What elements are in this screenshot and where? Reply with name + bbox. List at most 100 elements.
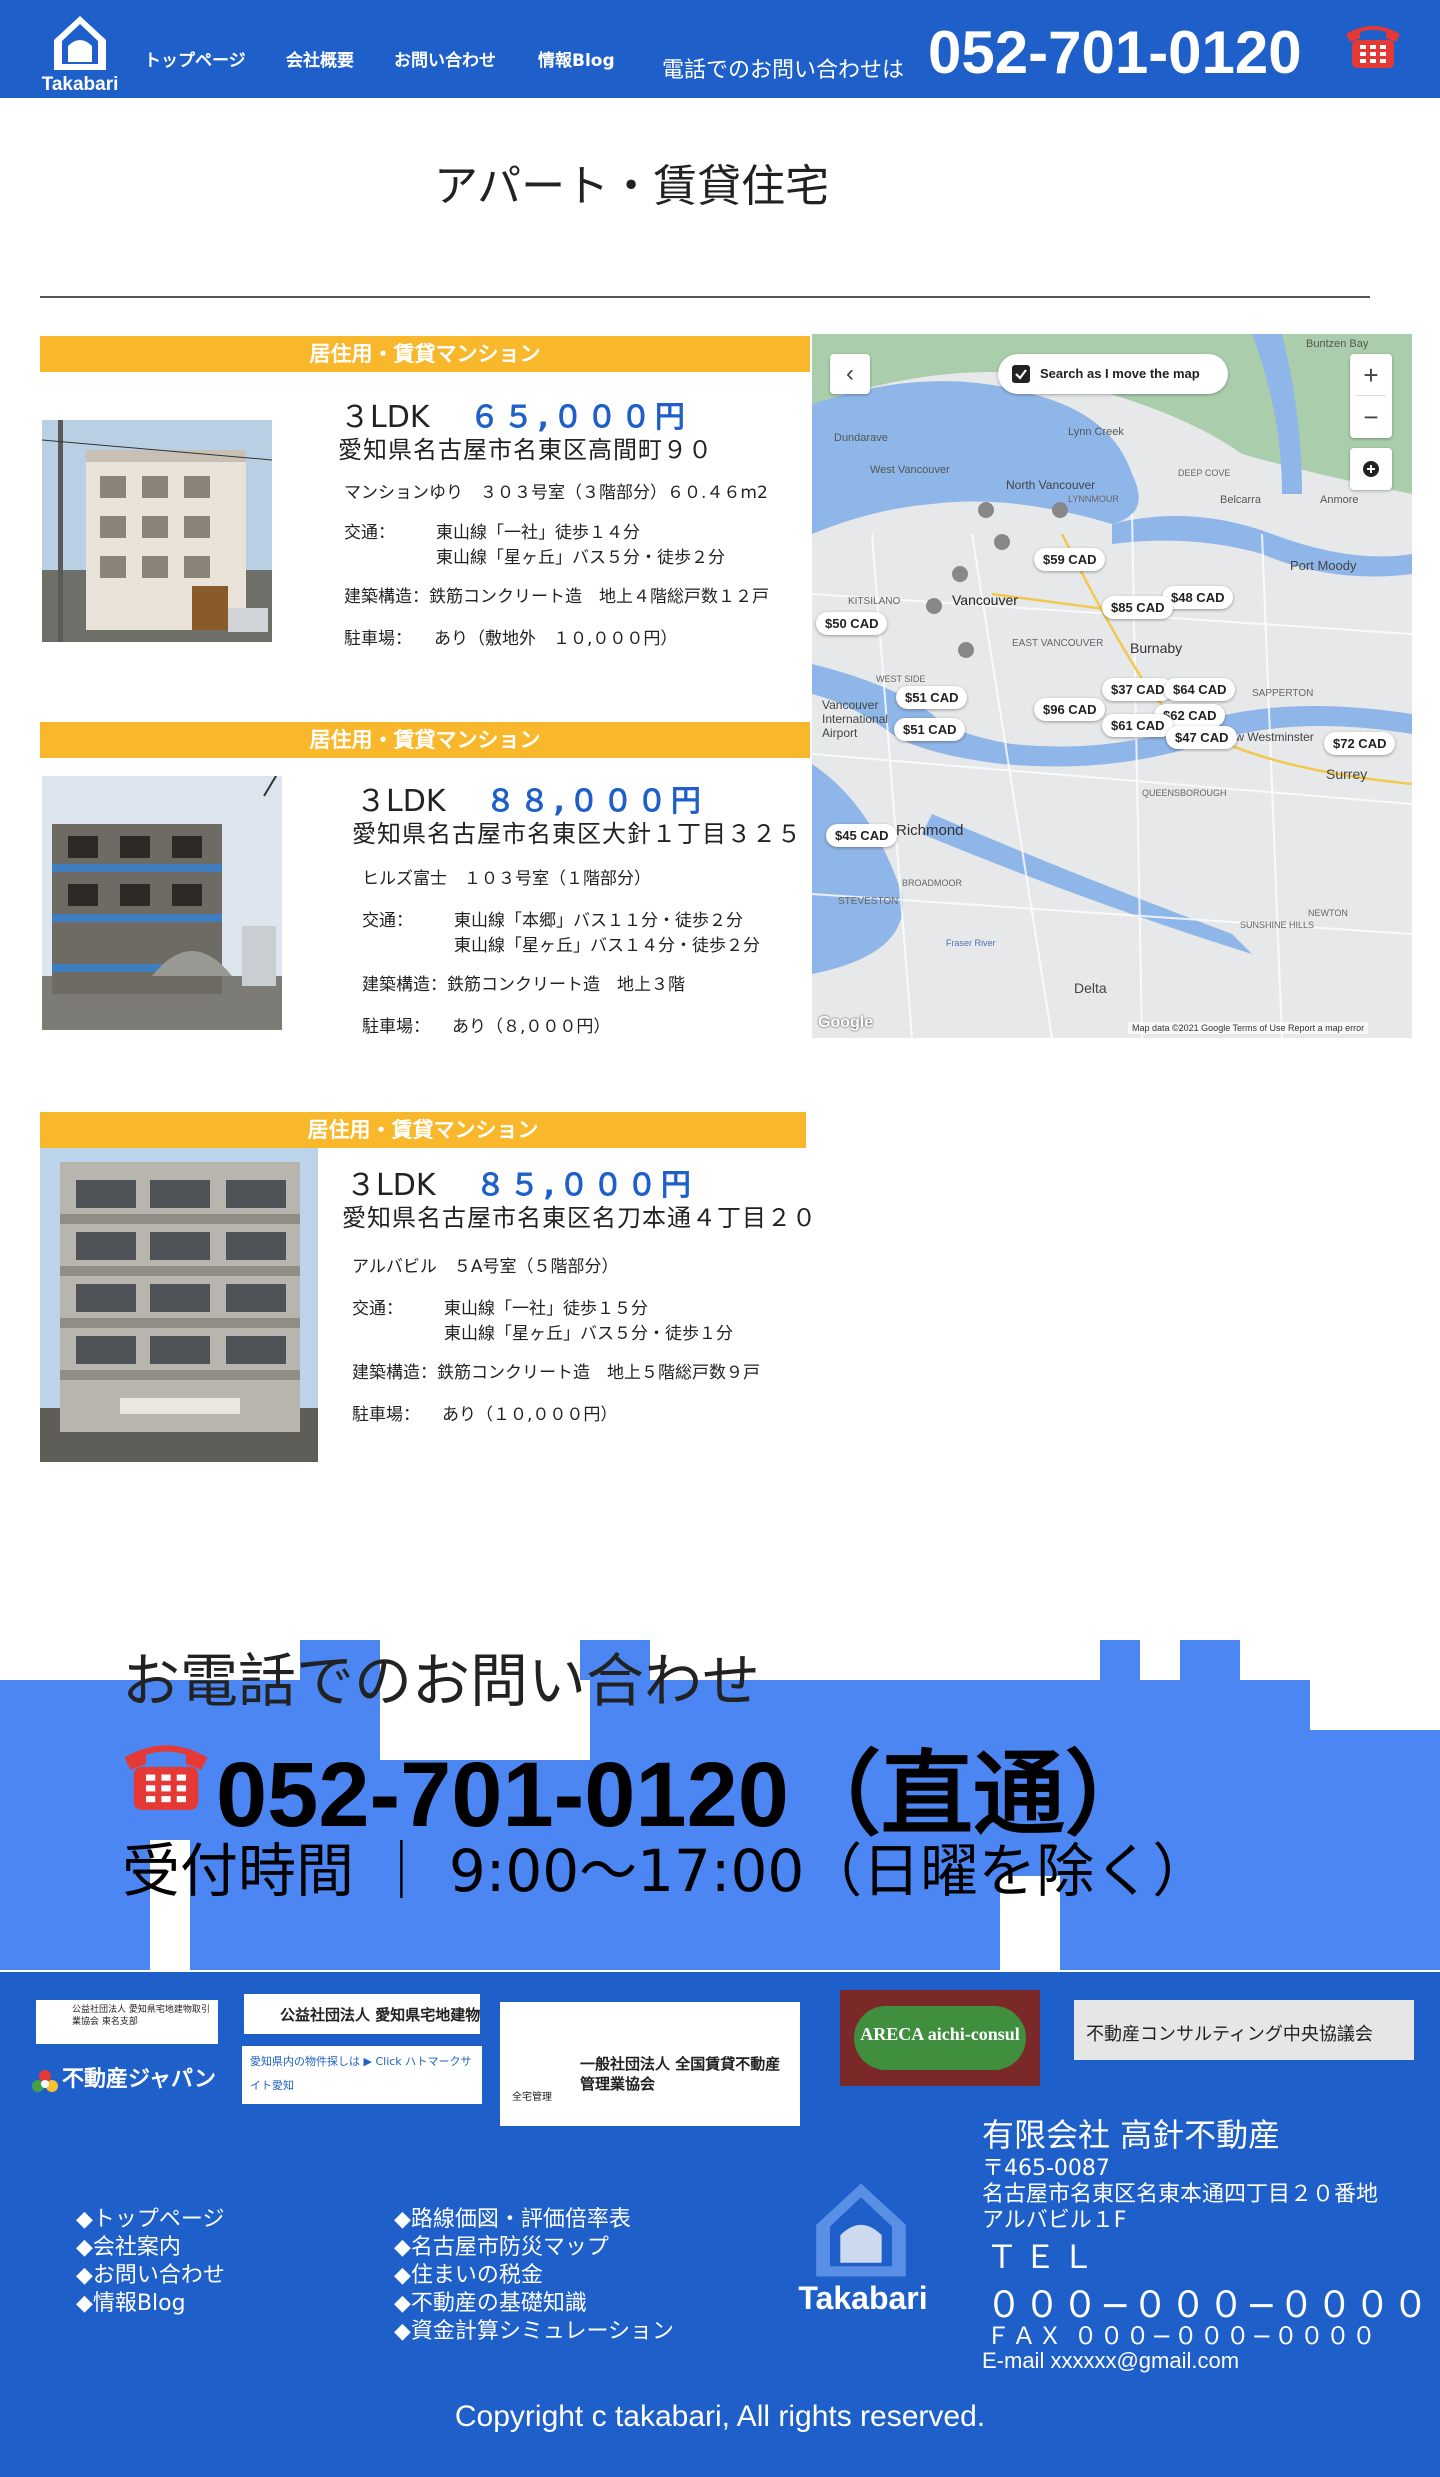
header-phone-number[interactable]: 052-701-0120 — [928, 18, 1302, 87]
zentaku-label: 全宅管理 — [512, 2092, 552, 2103]
listing-building: ヒルズ富士 １０３号室（１階部分） — [362, 869, 651, 889]
listing-card[interactable]: 居住用・賃貸マンション — [40, 722, 810, 758]
listing-access: 交通： 東山線「一社」徒歩１５分 東山線「星ヶ丘」バス５分・徒歩１分 — [352, 1294, 733, 1344]
listing-card[interactable]: 居住用・賃貸マンション — [40, 336, 810, 372]
map-price-pin[interactable]: $50 CAD — [816, 612, 888, 635]
nav-company[interactable]: 会社概要 — [286, 46, 354, 71]
listing-parking: 駐車場： あり（１０,０００円） — [352, 1400, 617, 1425]
listing-address: 愛知県名古屋市名東区高間町９０ — [338, 436, 713, 464]
map-label: LYNNMOUR — [1068, 494, 1119, 504]
map-label: Belcarra — [1220, 494, 1261, 506]
email-address[interactable]: E-mail xxxxxx@gmail.com — [982, 2348, 1239, 2374]
map-label: STEVESTON — [838, 896, 899, 907]
parking-label: 駐車場： — [362, 1017, 430, 1037]
telephone-icon — [124, 1745, 208, 1810]
map-label: Fraser River — [946, 938, 996, 948]
map-label: Burnaby — [1130, 640, 1183, 656]
listing-category: 居住用・賃貸マンション — [40, 1112, 806, 1148]
parking-value: あり（８,０００円） — [452, 1017, 611, 1037]
map-search-label: Search as I move the map — [1040, 366, 1200, 381]
map-price-pin[interactable]: $72 CAD — [1324, 732, 1396, 755]
listing-card[interactable]: 居住用・賃貸マンション — [40, 1112, 806, 1148]
map-widget[interactable]: Dundarave Lynn Creek North Vancouver Van… — [812, 334, 1412, 1038]
map-price-pin[interactable]: $96 CAD — [1034, 698, 1106, 721]
association-badge[interactable]: 一般社団法人 全国賃貸不動産管理業協会 — [500, 2002, 800, 2126]
map-price-pin[interactable]: $37 CAD — [1102, 678, 1174, 701]
structure-label: 建築構造： — [344, 587, 429, 607]
listing-structure: 建築構造：鉄筋コンクリート造 地上５階総戸数９戸 — [352, 1358, 760, 1383]
map-label: Richmond — [896, 822, 964, 839]
footer-link-contact[interactable]: ◆お問い合わせ — [76, 2262, 225, 2290]
tel-label: ＴＥＬ — [986, 2238, 1101, 2276]
fax-number: ＦＡＸ ０００−０００−００００ — [986, 2322, 1378, 2350]
footer-link-simulation[interactable]: ◆資金計算シミュレーション — [394, 2318, 674, 2346]
access-label: 交通： — [352, 1299, 403, 1319]
house-logo-icon — [54, 16, 106, 70]
map-label: Delta — [1074, 980, 1107, 996]
nav-top[interactable]: トップページ — [144, 46, 246, 71]
listing-parking: 駐車場： あり（８,０００円） — [362, 1012, 610, 1037]
map-zoom-controls: + − — [1350, 354, 1392, 438]
access-line: 東山線「星ヶ丘」バス１４分・徒歩２分 — [454, 936, 760, 956]
association-badge[interactable]: 公益社団法人 愛知県宅地建物取引業協会 東名支部 — [36, 2000, 218, 2044]
map-price-pin[interactable]: $64 CAD — [1164, 678, 1236, 701]
map-label: EAST VANCOUVER — [1012, 638, 1104, 649]
map-price-pin[interactable]: $45 CAD — [826, 824, 898, 847]
map-price-pin[interactable]: $51 CAD — [894, 718, 966, 741]
footer-link-tax[interactable]: ◆住まいの税金 — [394, 2262, 674, 2290]
map-price-pin[interactable]: $51 CAD — [896, 686, 968, 709]
footer-link-company[interactable]: ◆会社案内 — [76, 2234, 225, 2262]
structure-label: 建築構造： — [362, 975, 447, 995]
structure-value: 鉄筋コンクリート造 地上４階総戸数１２戸 — [429, 587, 769, 607]
access-line: 東山線「一社」徒歩１４分 — [436, 523, 640, 543]
association-badge[interactable]: 公益社団法人 愛知県宅地建物取引業協会 — [244, 1994, 480, 2034]
listing-building: アルバビル ５A号室（５階部分） — [352, 1257, 619, 1277]
zoom-in-button[interactable]: + — [1350, 354, 1392, 396]
listing-access: 交通： 東山線「一社」徒歩１４分 東山線「星ヶ丘」バス５分・徒歩２分 — [344, 518, 725, 568]
map-label: DEEP COVE — [1178, 468, 1231, 478]
nav-contact[interactable]: お問い合わせ — [394, 46, 496, 71]
listing-photo[interactable] — [42, 420, 272, 642]
listing-access: 交通： 東山線「本郷」バス１１分・徒歩２分 東山線「星ヶ丘」バス１４分・徒歩２分 — [362, 906, 760, 956]
nav-blog[interactable]: 情報Blog — [538, 46, 615, 71]
listing-photo[interactable] — [42, 776, 282, 1030]
parking-label: 駐車場： — [344, 629, 412, 649]
map-price-pin[interactable]: $59 CAD — [1034, 548, 1106, 571]
map-back-button[interactable]: ‹ — [830, 354, 870, 394]
listing-structure: 建築構造：鉄筋コンクリート造 地上３階 — [362, 970, 685, 995]
footer-links-right: ◆路線価図・評価倍率表 ◆名古屋市防災マップ ◆住まいの税金 ◆不動産の基礎知識… — [394, 2206, 674, 2346]
divider — [40, 296, 1370, 298]
map-label: KITSILANO — [848, 596, 901, 607]
call-hours: 受付時間 ｜ 9:00～17:00（日曜を除く） — [122, 1837, 1211, 1905]
structure-label: 建築構造： — [352, 1363, 437, 1383]
site-logo[interactable]: Takabari — [34, 14, 126, 98]
footer-logo[interactable]: Takabari — [780, 2180, 946, 2320]
parking-label: 駐車場： — [352, 1405, 420, 1425]
listing-photo[interactable] — [40, 1148, 318, 1462]
footer-link-top[interactable]: ◆トップページ — [76, 2206, 225, 2234]
map-price-pin[interactable]: $61 CAD — [1102, 714, 1174, 737]
footer-link-blog[interactable]: ◆情報Blog — [76, 2290, 225, 2318]
listing-address: 愛知県名古屋市名東区大針１丁目３２５ — [352, 820, 802, 848]
access-line: 東山線「星ヶ丘」バス５分・徒歩２分 — [436, 548, 725, 568]
house-logo-icon — [816, 2183, 906, 2277]
footer-link-bousai[interactable]: ◆名古屋市防災マップ — [394, 2234, 674, 2262]
association-badge[interactable]: 不動産コンサルティング中央協議会 — [1074, 2000, 1414, 2060]
copyright: Copyright c takabari, All rights reserve… — [454, 2400, 986, 2433]
areca-badge[interactable]: ARECA aichi-consul — [840, 1990, 1040, 2086]
map-attribution[interactable]: Map data ©2021 Google Terms of Use Repor… — [1128, 1022, 1369, 1034]
google-logo: Google — [818, 1014, 874, 1031]
zoom-out-button[interactable]: − — [1350, 396, 1392, 438]
parking-value: あり（１０,０００円） — [442, 1405, 618, 1425]
checkbox-checked-icon[interactable] — [1012, 365, 1030, 383]
telephone-icon — [1346, 26, 1400, 68]
footer-link-basics[interactable]: ◆不動産の基礎知識 — [394, 2290, 674, 2318]
map-price-pin[interactable]: $85 CAD — [1102, 596, 1174, 619]
hatomark-badge[interactable]: 愛知県内の物件探しは ▶ Click ハトマークサイト愛知 — [242, 2046, 482, 2104]
listing-category: 居住用・賃貸マンション — [40, 336, 810, 372]
footer-link-rosenka[interactable]: ◆路線価図・評価倍率表 — [394, 2206, 674, 2234]
map-search-toggle[interactable]: Search as I move the map — [998, 354, 1228, 394]
access-line: 東山線「星ヶ丘」バス５分・徒歩１分 — [444, 1324, 733, 1344]
map-price-pin[interactable]: $47 CAD — [1166, 726, 1238, 749]
locate-me-button[interactable] — [1350, 448, 1392, 490]
